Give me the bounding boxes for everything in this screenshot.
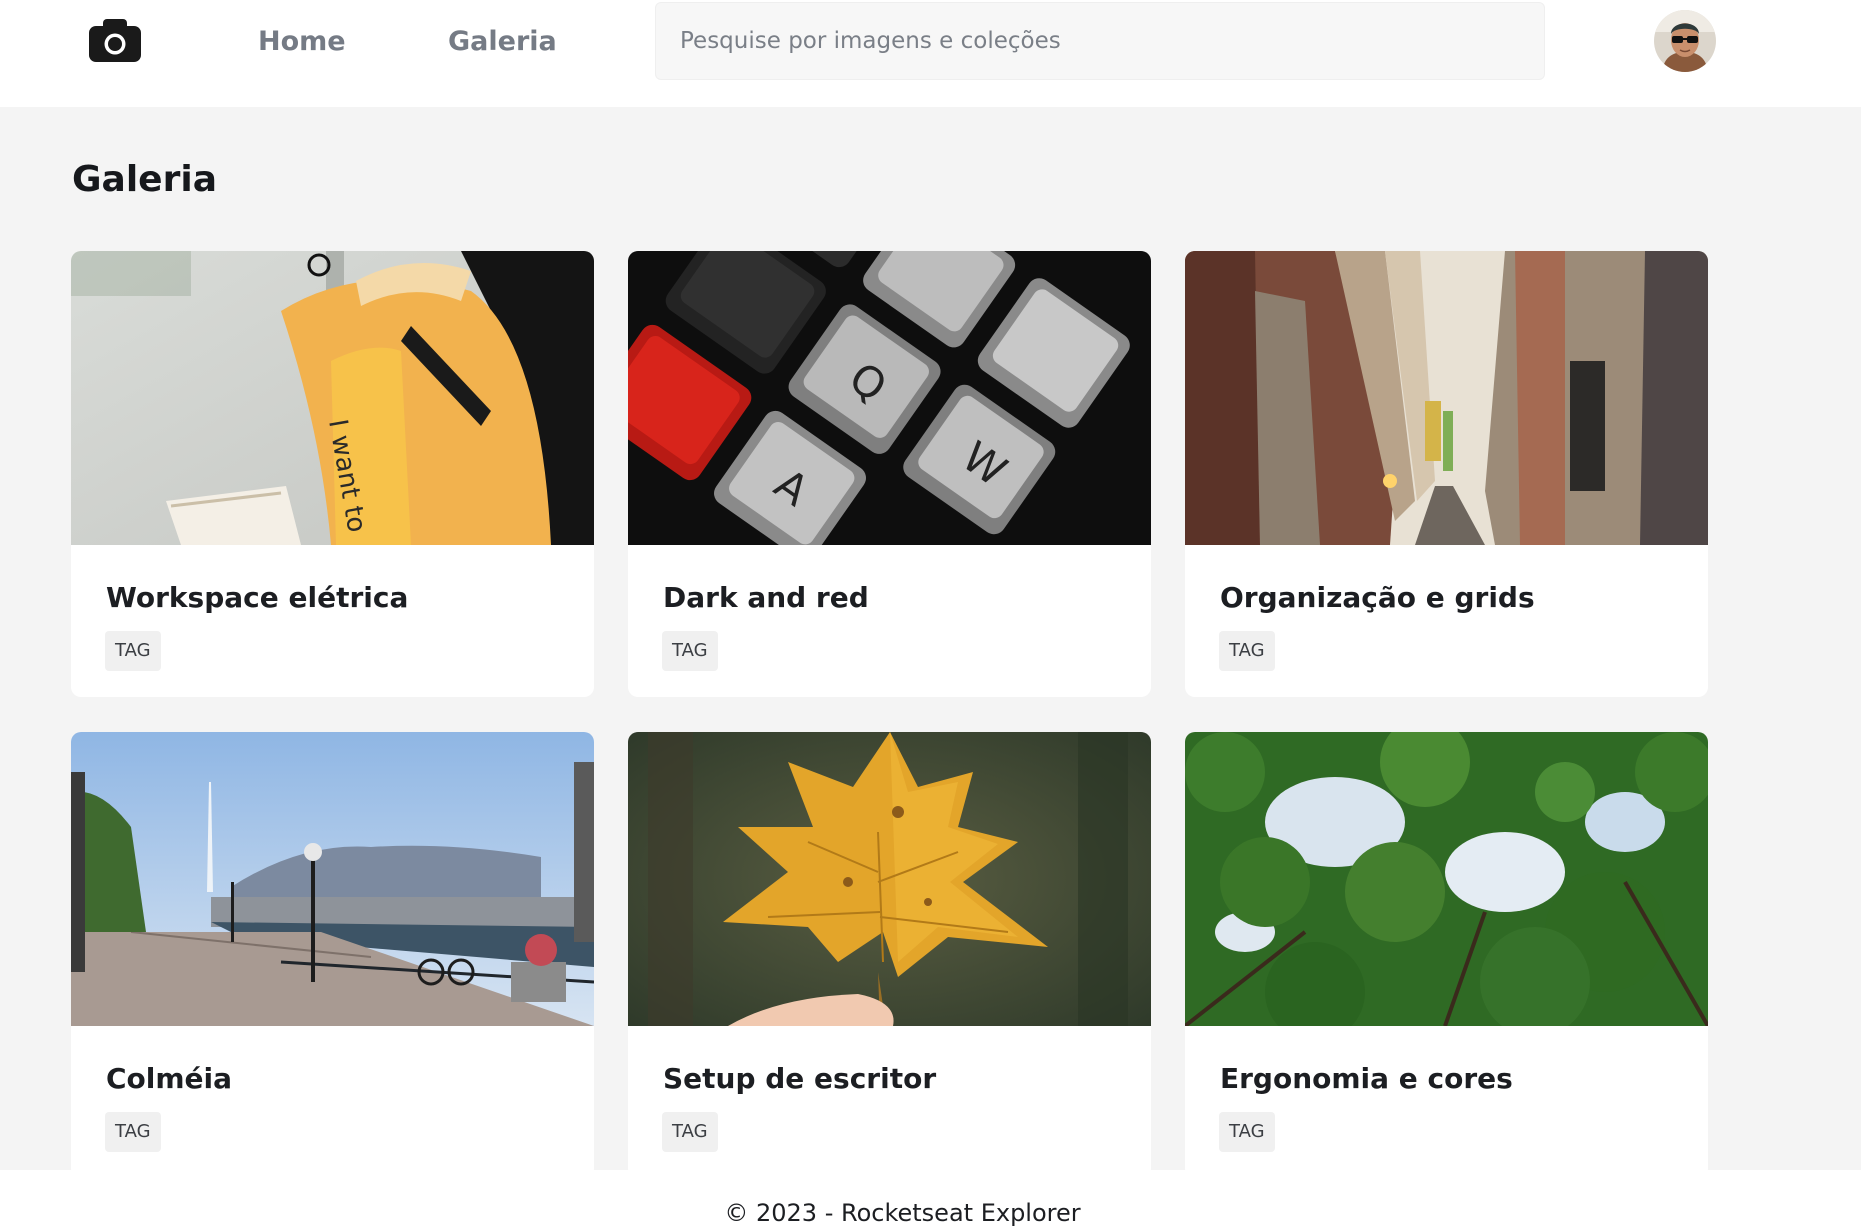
card-tag[interactable]: TAG xyxy=(662,1112,718,1152)
photo-narrow-alley xyxy=(1185,251,1708,545)
photo-green-trees xyxy=(1185,732,1708,1026)
photo-woman-yellow-jacket: I want to xyxy=(71,251,594,545)
card-tag[interactable]: TAG xyxy=(1219,1112,1275,1152)
gallery-card[interactable]: Organização e grids TAG xyxy=(1185,251,1708,697)
gallery-card[interactable]: Ergonomia e cores TAG xyxy=(1185,732,1708,1171)
nav-home-link[interactable]: Home xyxy=(258,26,346,58)
card-tag[interactable]: TAG xyxy=(105,631,161,671)
gallery-card[interactable]: Q W A Dark and red TAG xyxy=(628,251,1151,697)
footer: © 2023 - Rocketseat Explorer xyxy=(0,1170,1861,1232)
card-title: Organização e grids xyxy=(1220,581,1535,614)
card-title: Ergonomia e cores xyxy=(1220,1062,1513,1095)
card-title: Dark and red xyxy=(663,581,869,614)
card-tag[interactable]: TAG xyxy=(105,1112,161,1152)
top-bar: Home Galeria xyxy=(0,0,1861,107)
gallery-grid: I want to Workspace elétrica TAG Q W A D… xyxy=(71,251,1708,1171)
user-avatar-icon[interactable] xyxy=(1654,10,1716,72)
footer-copyright: © 2023 - Rocketseat Explorer xyxy=(724,1199,1081,1227)
card-tag[interactable]: TAG xyxy=(1219,631,1275,671)
photo-autumn-leaf xyxy=(628,732,1151,1026)
card-title: Setup de escritor xyxy=(663,1062,937,1095)
gallery-card[interactable]: I want to Workspace elétrica TAG xyxy=(71,251,594,697)
search-input[interactable] xyxy=(655,2,1545,80)
gallery-card[interactable]: Colméia TAG xyxy=(71,732,594,1171)
card-tag[interactable]: TAG xyxy=(662,631,718,671)
photo-lake-promenade xyxy=(71,732,594,1026)
card-title: Workspace elétrica xyxy=(106,581,409,614)
card-title: Colméia xyxy=(106,1062,233,1095)
photo-keyboard-keys: Q W A xyxy=(628,251,1151,545)
page-title: Galeria xyxy=(72,159,217,200)
nav-gallery-link[interactable]: Galeria xyxy=(448,26,557,58)
camera-icon[interactable] xyxy=(87,16,143,64)
gallery-card[interactable]: Setup de escritor TAG xyxy=(628,732,1151,1171)
